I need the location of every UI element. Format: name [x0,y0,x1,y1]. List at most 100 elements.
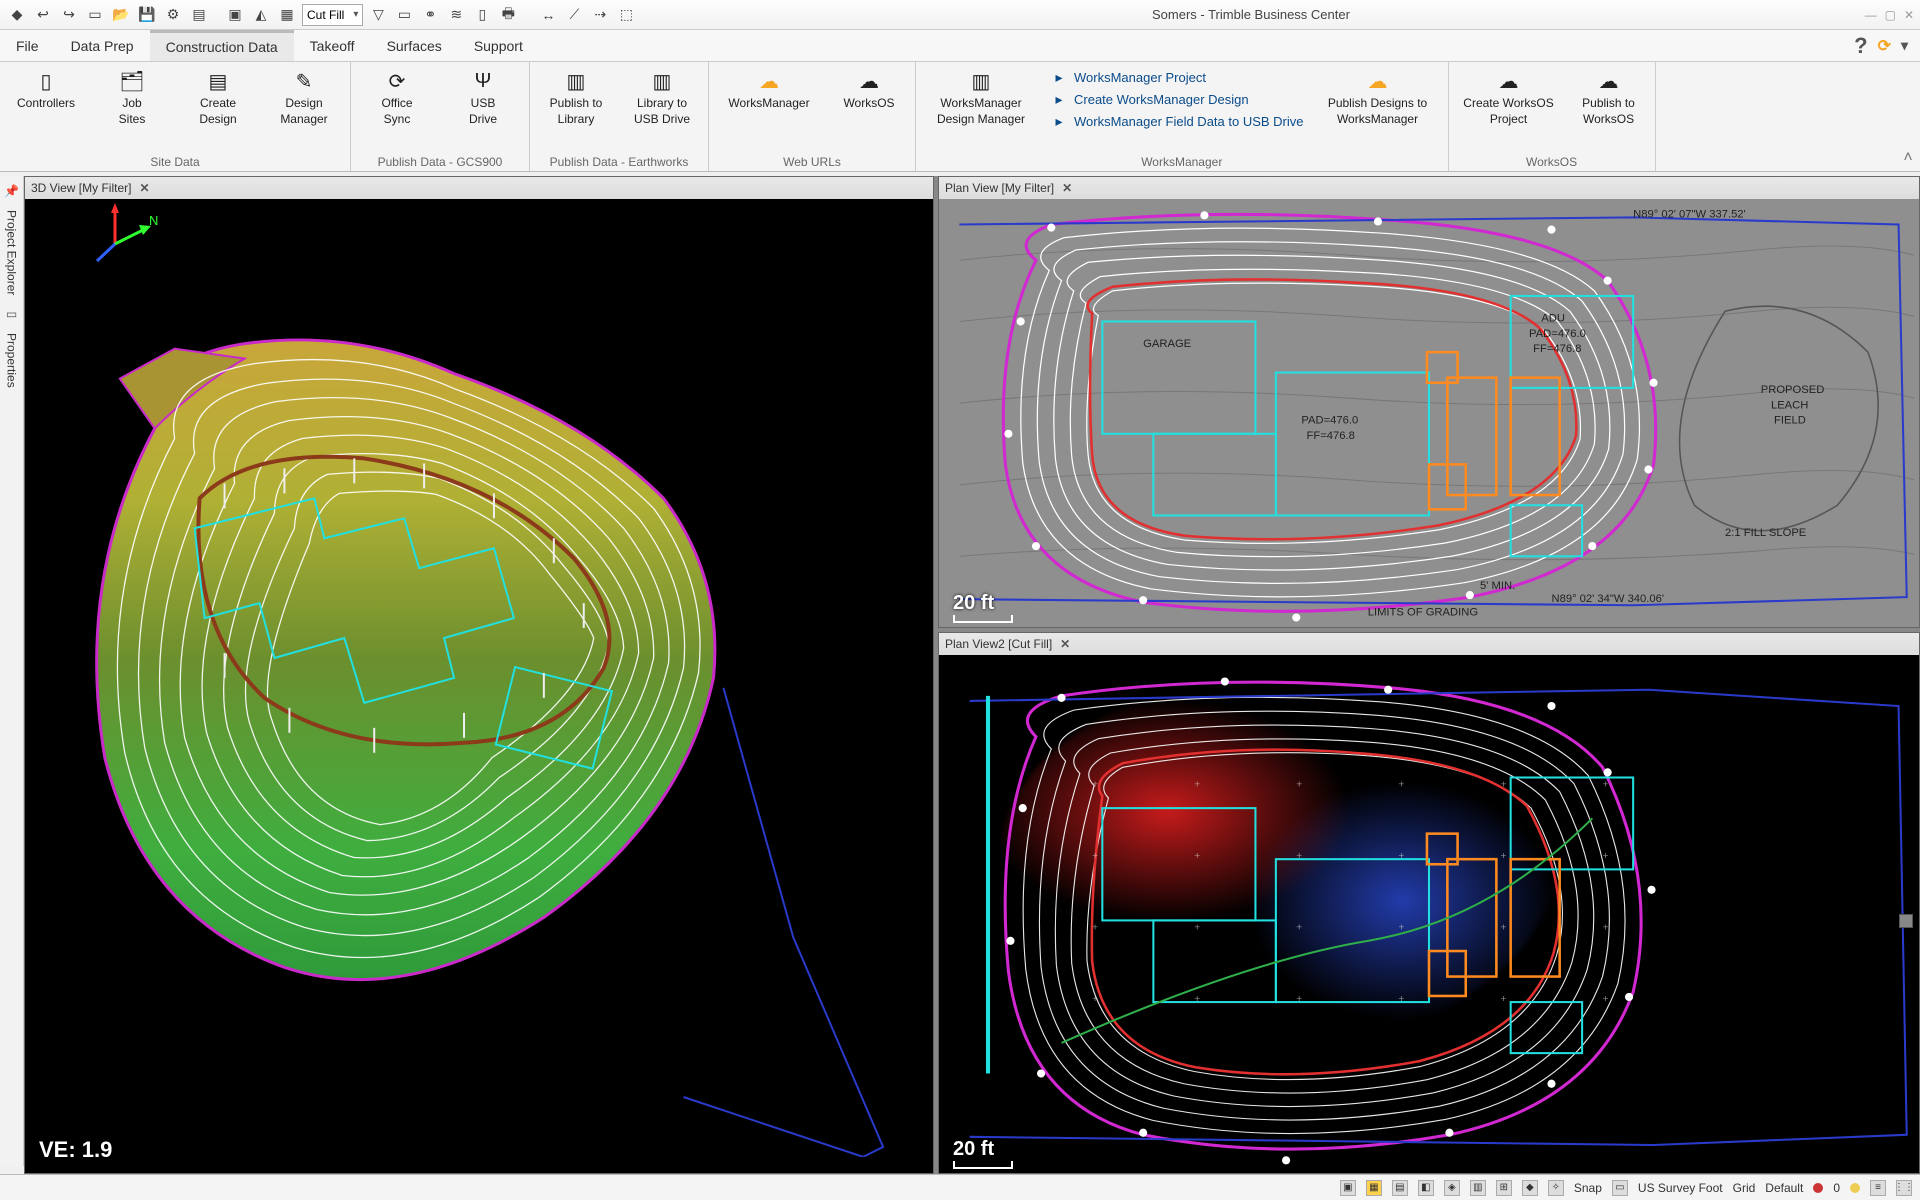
status-icon[interactable]: ◆ [1522,1180,1538,1196]
unit-icon[interactable]: ▭ [1612,1180,1628,1196]
group-worksmanager: ▥WorksManagerDesign Manager ▸WorksManage… [916,62,1449,171]
wm-create-design-item[interactable]: ▸Create WorksManager Design [1050,90,1304,108]
project-explorer-tab[interactable]: Project Explorer [3,202,21,303]
new-icon[interactable]: ▭ [84,4,106,26]
status-icon[interactable]: ▤ [1392,1180,1408,1196]
publish-worksos-button[interactable]: ☁Publish toWorksOS [1573,66,1645,126]
office-sync-button[interactable]: ⟳OfficeSync [361,66,433,126]
close-icon[interactable]: ✕ [1060,637,1070,651]
view-front-icon[interactable]: ▣ [224,4,246,26]
ribbon: ▯Controllers 🗂JobSites ▤CreateDesign ✎De… [0,62,1920,172]
3d-viewport[interactable]: N VE: 1.9 [25,199,933,1173]
pane-tab-label[interactable]: Plan View [My Filter] [945,181,1054,195]
status-icon[interactable]: ▥ [1470,1180,1486,1196]
status-icon[interactable]: ▣ [1340,1180,1356,1196]
group-label: Web URLs [719,153,905,169]
status-icon[interactable]: ▦ [1366,1180,1382,1196]
design-manager-button[interactable]: ✎DesignManager [268,66,340,126]
separator [214,4,220,26]
maximize-button[interactable]: ▢ [1885,8,1896,22]
svg-text:N89° 02' 07"W 337.52': N89° 02' 07"W 337.52' [1633,208,1746,220]
svg-text:+: + [1500,994,1506,1005]
library-usb-button[interactable]: ▥Library toUSB Drive [626,66,698,126]
clipboard-icon[interactable]: ▯ [471,4,493,26]
tab-surfaces[interactable]: Surfaces [371,30,458,61]
view-3d-icon[interactable]: ◭ [250,4,272,26]
redo-icon[interactable]: ↪ [58,4,80,26]
wm-project-item[interactable]: ▸WorksManager Project [1050,68,1304,86]
status-dot-red [1813,1183,1823,1193]
status-icon[interactable]: ≡ [1870,1180,1886,1196]
default-label[interactable]: Default [1765,1181,1803,1195]
select-icon[interactable]: ▭ [393,4,415,26]
cloud-icon: ☁ [1494,68,1524,94]
doc-icon[interactable]: ▭ [6,307,17,321]
report-icon[interactable]: ▤ [188,4,210,26]
status-icon[interactable]: ◈ [1444,1180,1460,1196]
create-worksos-project-button[interactable]: ☁Create WorksOSProject [1459,66,1559,126]
status-icon[interactable]: ⋮⋮ [1896,1180,1912,1196]
marquee-icon[interactable]: ⬚ [615,4,637,26]
tab-support[interactable]: Support [458,30,539,61]
3d-view-pane[interactable]: 3D View [My Filter] ✕ [24,176,934,1174]
viewfilter-combo[interactable]: Cut Fill [302,4,363,26]
create-design-button[interactable]: ▤CreateDesign [182,66,254,126]
pane-tab-label[interactable]: 3D View [My Filter] [31,181,131,195]
print-icon[interactable]: 🖶 [497,4,519,26]
properties-tab[interactable]: Properties [3,325,21,396]
menu-dropdown-icon[interactable]: ▾ [1901,37,1908,54]
group-web-urls: ☁WorksManager ☁WorksOS Web URLs [709,62,916,171]
status-icon[interactable]: ✧ [1548,1180,1564,1196]
pin-icon[interactable]: 📌 [4,184,19,198]
svg-text:2:1 FILL SLOPE: 2:1 FILL SLOPE [1725,527,1806,539]
dimension-icon[interactable]: ⇢ [589,4,611,26]
wm-field-data-usb-item[interactable]: ▸WorksManager Field Data to USB Drive [1050,112,1304,130]
close-icon[interactable]: ✕ [1062,181,1072,195]
close-button[interactable]: ✕ [1904,8,1914,22]
sync-icon: ⟳ [382,68,412,94]
tab-construction-data[interactable]: Construction Data [150,30,294,61]
usb-drive-button[interactable]: ΨUSBDrive [447,66,519,126]
save-icon[interactable]: 💾 [136,4,158,26]
filter-icon[interactable]: ▽ [367,4,389,26]
tab-file[interactable]: File [0,30,55,61]
minimize-button[interactable]: — [1865,8,1877,22]
axis-widget[interactable]: N [85,199,165,269]
snap-toggle[interactable]: Snap [1574,1181,1602,1195]
open-icon[interactable]: 📂 [110,4,132,26]
tab-takeoff[interactable]: Takeoff [294,30,371,61]
pane-tab-label[interactable]: Plan View2 [Cut Fill] [945,637,1052,651]
undo-icon[interactable]: ↩ [32,4,54,26]
unit-label[interactable]: US Survey Foot [1638,1181,1723,1195]
ribbon-collapse-button[interactable]: ˄ [1896,62,1920,171]
pane-tabstrip: 3D View [My Filter] ✕ [25,177,933,199]
help-icon[interactable]: ? [1854,33,1867,59]
cutfill-viewport[interactable]: ++++++ ++++++ ++++++ ++++++ 20 ft [939,655,1919,1173]
pencil-icon: ✎ [289,68,319,94]
status-icon[interactable]: ⊞ [1496,1180,1512,1196]
layers-icon[interactable]: ≋ [445,4,467,26]
plan-viewport[interactable]: GARAGE ADU PAD=476.0 FF=476.8 PAD=476.0 … [939,199,1919,627]
wm-design-manager-button[interactable]: ▥WorksManagerDesign Manager [926,66,1036,126]
svg-text:+: + [1603,780,1609,791]
sync-icon[interactable]: ⟳ [1878,36,1891,56]
status-icon[interactable]: ◧ [1418,1180,1434,1196]
tab-data-prep[interactable]: Data Prep [55,30,150,61]
view-handle[interactable] [1899,914,1913,928]
publish-library-button[interactable]: ▥Publish toLibrary [540,66,612,126]
measure-icon[interactable]: ↔ [537,4,559,26]
app-icon[interactable]: ◆ [6,4,28,26]
link-icon[interactable]: ⚭ [419,4,441,26]
controllers-button[interactable]: ▯Controllers [10,66,82,110]
grid-label[interactable]: Grid [1733,1181,1756,1195]
worksos-url-button[interactable]: ☁WorksOS [833,66,905,110]
worksmanager-url-button[interactable]: ☁WorksManager [719,66,819,110]
publish-designs-wm-button[interactable]: ☁Publish Designs toWorksManager [1318,66,1438,126]
settings-icon[interactable]: ⚙ [162,4,184,26]
close-icon[interactable]: ✕ [139,181,149,195]
plan-view-pane[interactable]: Plan View [My Filter] ✕ [938,176,1920,628]
view-image-icon[interactable]: ▦ [276,4,298,26]
ruler-icon[interactable]: ⟋ [563,4,585,26]
cutfill-view-pane[interactable]: Plan View2 [Cut Fill] ✕ [938,632,1920,1174]
job-sites-button[interactable]: 🗂JobSites [96,66,168,126]
